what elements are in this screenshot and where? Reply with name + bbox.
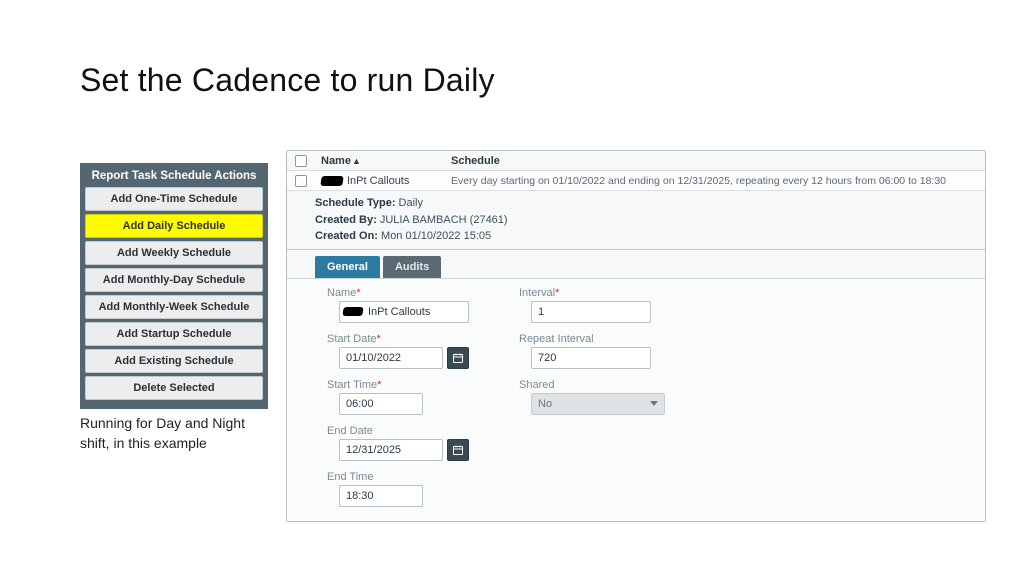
schedule-detail-panel: Name▲ Schedule InPt Callouts Every day s… bbox=[286, 150, 986, 522]
table-row[interactable]: InPt Callouts Every day starting on 01/1… bbox=[287, 171, 985, 191]
col-header-schedule[interactable]: Schedule bbox=[451, 155, 985, 167]
start-date-label: Start Date bbox=[327, 333, 377, 345]
delete-selected-button[interactable]: Delete Selected bbox=[85, 376, 263, 400]
created-on-label: Created On: bbox=[315, 230, 378, 242]
add-startup-schedule-button[interactable]: Add Startup Schedule bbox=[85, 322, 263, 346]
required-icon: * bbox=[377, 333, 381, 345]
shared-select[interactable]: No bbox=[531, 393, 665, 415]
end-date-label: End Date bbox=[327, 425, 469, 437]
caption: Running for Day and Night shift, in this… bbox=[80, 414, 260, 453]
add-monthly-week-schedule-button[interactable]: Add Monthly-Week Schedule bbox=[85, 295, 263, 319]
end-time-input[interactable] bbox=[339, 485, 423, 507]
tab-general[interactable]: General bbox=[315, 256, 380, 278]
col-header-name-label: Name bbox=[321, 155, 351, 167]
field-start-date: Start Date* bbox=[327, 333, 469, 369]
required-icon: * bbox=[377, 379, 381, 391]
field-shared: Shared No bbox=[519, 379, 665, 415]
end-time-label: End Time bbox=[327, 471, 469, 483]
tab-audits[interactable]: Audits bbox=[383, 256, 441, 278]
end-date-input[interactable] bbox=[339, 439, 443, 461]
created-by-value: JULIA BAMBACH (27461) bbox=[380, 214, 508, 226]
created-on-value: Mon 01/10/2022 15:05 bbox=[381, 230, 491, 242]
repeat-interval-label: Repeat Interval bbox=[519, 333, 665, 345]
table-header: Name▲ Schedule bbox=[287, 151, 985, 171]
start-time-label: Start Time bbox=[327, 379, 377, 391]
repeat-interval-input[interactable] bbox=[531, 347, 651, 369]
schedule-actions-title: Report Task Schedule Actions bbox=[85, 167, 263, 187]
required-icon: * bbox=[555, 287, 559, 299]
required-icon: * bbox=[356, 287, 360, 299]
name-label: Name bbox=[327, 287, 356, 299]
col-header-name[interactable]: Name▲ bbox=[321, 155, 451, 167]
form-area: Name* Start Date* Start bbox=[287, 278, 985, 521]
add-existing-schedule-button[interactable]: Add Existing Schedule bbox=[85, 349, 263, 373]
calendar-icon bbox=[452, 444, 464, 456]
row-checkbox[interactable] bbox=[295, 175, 307, 187]
add-weekly-schedule-button[interactable]: Add Weekly Schedule bbox=[85, 241, 263, 265]
schedule-actions-panel: Report Task Schedule Actions Add One-Tim… bbox=[80, 163, 268, 409]
chevron-down-icon bbox=[650, 401, 658, 406]
add-monthly-day-schedule-button[interactable]: Add Monthly-Day Schedule bbox=[85, 268, 263, 292]
slide-title: Set the Cadence to run Daily bbox=[80, 62, 495, 99]
field-repeat-interval: Repeat Interval bbox=[519, 333, 665, 369]
start-date-input[interactable] bbox=[339, 347, 443, 369]
field-interval: Interval* bbox=[519, 287, 665, 323]
field-end-date: End Date bbox=[327, 425, 469, 461]
shared-label: Shared bbox=[519, 379, 665, 391]
add-onetime-schedule-button[interactable]: Add One-Time Schedule bbox=[85, 187, 263, 211]
shared-value: No bbox=[538, 398, 552, 410]
interval-label: Interval bbox=[519, 287, 555, 299]
field-name: Name* bbox=[327, 287, 469, 323]
select-all-checkbox[interactable] bbox=[295, 155, 307, 167]
field-start-time: Start Time* bbox=[327, 379, 469, 415]
calendar-icon bbox=[452, 352, 464, 364]
interval-input[interactable] bbox=[531, 301, 651, 323]
start-date-calendar-button[interactable] bbox=[447, 347, 469, 369]
redaction-mark bbox=[320, 176, 343, 186]
created-by-label: Created By: bbox=[315, 214, 377, 226]
form-col-right: Interval* Repeat Interval Shared No bbox=[519, 287, 665, 507]
schedule-type-value: Daily bbox=[399, 197, 423, 209]
row-details-drawer: Schedule Type: Daily Created By: JULIA B… bbox=[287, 191, 985, 250]
tabbar: General Audits bbox=[287, 250, 985, 278]
redaction-mark bbox=[342, 307, 363, 316]
start-time-input[interactable] bbox=[339, 393, 423, 415]
end-date-calendar-button[interactable] bbox=[447, 439, 469, 461]
schedule-type-label: Schedule Type: bbox=[315, 197, 395, 209]
row-name-text: InPt Callouts bbox=[347, 175, 409, 187]
add-daily-schedule-button[interactable]: Add Daily Schedule bbox=[85, 214, 263, 238]
row-schedule-text: Every day starting on 01/10/2022 and end… bbox=[451, 175, 985, 187]
sort-asc-icon: ▲ bbox=[352, 156, 361, 166]
field-end-time: End Time bbox=[327, 471, 469, 507]
form-col-left: Name* Start Date* Start bbox=[327, 287, 469, 507]
